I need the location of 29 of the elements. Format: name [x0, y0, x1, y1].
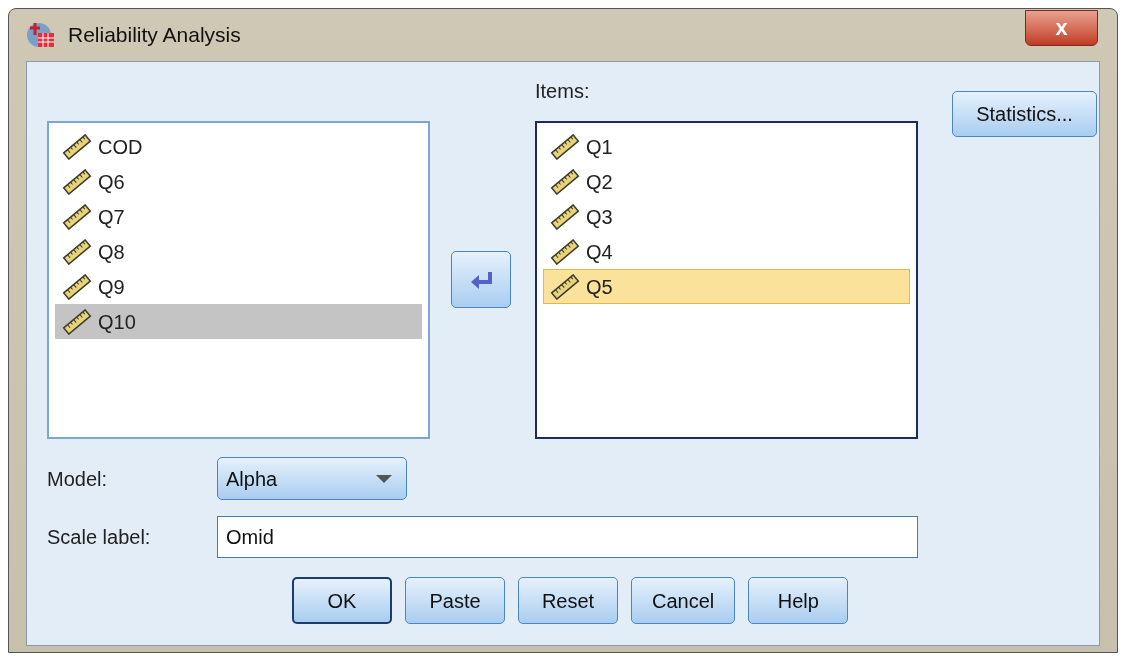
dropdown-arrow-icon [376, 474, 392, 483]
list-item[interactable]: Q3 [543, 199, 910, 234]
scale-label: Scale label: [47, 525, 152, 550]
move-arrow-button[interactable] [451, 251, 511, 308]
window-title: Reliability Analysis [68, 22, 241, 49]
list-item[interactable]: Q10 [55, 304, 422, 339]
scale-label-field[interactable]: Omid [217, 516, 918, 558]
items-label: Items: [535, 79, 591, 104]
variable-list[interactable]: Q1 Q2 Q3 Q4 Q5 [535, 121, 918, 439]
list-item[interactable]: Q2 [543, 164, 910, 199]
list-item[interactable]: COD [55, 129, 422, 164]
list-item[interactable]: Q1 [543, 129, 910, 164]
dialog-button[interactable]: Help [748, 577, 849, 624]
dialog-button[interactable]: Reset [518, 577, 618, 624]
variable-list[interactable]: COD Q6 Q7 Q8 Q9 Q10 [47, 121, 430, 439]
list-item[interactable]: Q7 [55, 199, 422, 234]
table-icon [26, 21, 56, 49]
dialog-button[interactable]: Cancel [631, 577, 736, 624]
list-item[interactable]: Q6 [55, 164, 422, 199]
model-label: Model: [47, 466, 109, 492]
dialog-button[interactable]: OK [292, 577, 392, 624]
list-item[interactable]: Q5 [543, 269, 910, 304]
list-item[interactable]: Q4 [543, 234, 910, 269]
list-item[interactable]: Q9 [55, 269, 422, 304]
model-dropdown[interactable]: Alpha [217, 457, 407, 500]
arrow-left-icon [470, 269, 492, 290]
dialog-button[interactable]: Paste [405, 577, 505, 624]
statistics-button[interactable]: Statistics... [952, 91, 1097, 137]
list-item[interactable]: Q8 [55, 234, 422, 269]
